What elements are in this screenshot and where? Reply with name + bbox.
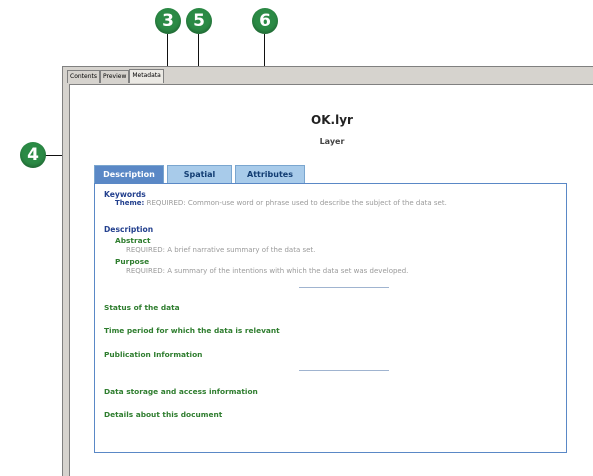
tab-preview[interactable]: Preview bbox=[100, 70, 130, 83]
purpose-link[interactable]: Purpose bbox=[115, 257, 149, 266]
callout-4: 4 bbox=[20, 142, 46, 168]
description-heading: Description bbox=[104, 225, 154, 234]
section-divider-1 bbox=[299, 287, 389, 288]
tab-description[interactable]: Description bbox=[94, 165, 164, 183]
status-link[interactable]: Status of the data bbox=[104, 303, 180, 312]
abstract-link[interactable]: Abstract bbox=[115, 236, 151, 245]
tab-attributes[interactable]: Attributes bbox=[235, 165, 305, 183]
tab-contents[interactable]: Contents bbox=[67, 70, 100, 83]
callout-6: 6 bbox=[252, 8, 278, 34]
callout-3-leader bbox=[167, 34, 168, 67]
details-link[interactable]: Details about this document bbox=[104, 410, 222, 419]
time-period-link[interactable]: Time period for which the data is releva… bbox=[104, 326, 280, 335]
publication-link[interactable]: Publication Information bbox=[104, 350, 202, 359]
description-panel: Keywords Theme: REQUIRED: Common-use wor… bbox=[94, 183, 567, 453]
document-subtitle: Layer bbox=[319, 137, 345, 146]
theme-text: REQUIRED: Common-use word or phrase used… bbox=[146, 199, 447, 207]
metadata-viewer: OK.lyr Layer Description Spatial Attribu… bbox=[69, 84, 593, 476]
purpose-text: REQUIRED: A summary of the intentions wi… bbox=[126, 267, 409, 275]
metadata-tabs: Description Spatial Attributes bbox=[94, 165, 308, 183]
callout-3: 3 bbox=[155, 8, 181, 34]
theme-label: Theme: bbox=[115, 199, 145, 207]
callout-5: 5 bbox=[186, 8, 212, 34]
storage-link[interactable]: Data storage and access information bbox=[104, 387, 258, 396]
keywords-heading: Keywords bbox=[104, 190, 146, 199]
section-divider-2 bbox=[299, 370, 389, 371]
theme-row: Theme: REQUIRED: Common-use word or phra… bbox=[115, 199, 447, 207]
tab-spatial[interactable]: Spatial bbox=[167, 165, 232, 183]
tab-metadata[interactable]: Metadata bbox=[129, 69, 164, 83]
view-tab-strip: Contents Preview Metadata bbox=[67, 69, 164, 83]
abstract-text: REQUIRED: A brief narrative summary of t… bbox=[126, 246, 316, 254]
catalog-window: Contents Preview Metadata OK.lyr Layer D… bbox=[62, 66, 593, 476]
document-title: OK.lyr bbox=[311, 113, 353, 127]
